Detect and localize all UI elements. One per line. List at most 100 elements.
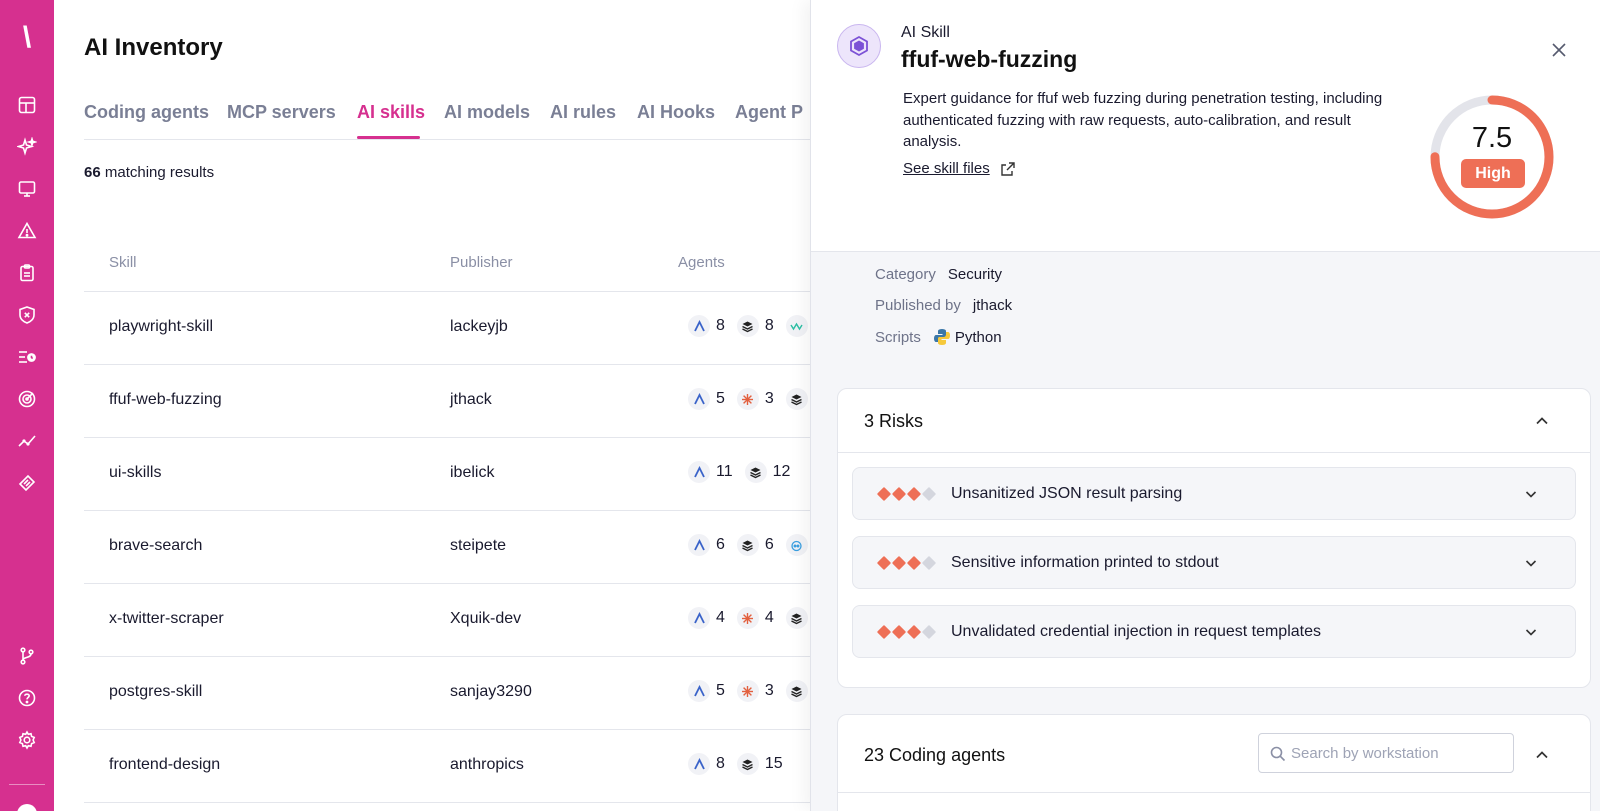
tab-bar: Coding agents MCP servers AI skills AI m… xyxy=(84,98,810,140)
severity-dot xyxy=(906,624,922,640)
close-icon[interactable] xyxy=(1547,38,1571,62)
settings-icon[interactable] xyxy=(7,722,47,758)
column-header-skill[interactable]: Skill xyxy=(109,254,137,271)
risks-card-header[interactable]: 3 Risks xyxy=(838,389,1590,453)
monitor-icon[interactable] xyxy=(7,171,47,207)
agent-count: 3 xyxy=(764,682,774,699)
risk-label: Sensitive information printed to stdout xyxy=(951,554,1219,571)
chevron-down-icon[interactable] xyxy=(1521,484,1541,504)
table-row[interactable]: playwright-skill lackeyjb 8 8 xyxy=(84,292,810,365)
skill-name[interactable]: postgres-skill xyxy=(109,683,202,701)
skill-name[interactable]: playwright-skill xyxy=(109,318,213,336)
risks-card: 3 Risks Unsanitized JSON result parsing S… xyxy=(837,388,1591,688)
coding-agents-card: 23 Coding agents xyxy=(837,714,1591,811)
agent-count: 6 xyxy=(764,536,774,553)
tab-agent-p[interactable]: Agent P xyxy=(735,102,803,123)
severity-dot xyxy=(876,555,892,571)
column-header-publisher[interactable]: Publisher xyxy=(450,254,513,271)
agent-count: 8 xyxy=(716,317,725,334)
cursor-agent-icon xyxy=(688,461,710,483)
chevron-up-icon[interactable] xyxy=(1530,409,1554,433)
script-language-label: Python xyxy=(954,328,1002,346)
risk-score-gauge: 7.5 High xyxy=(1427,92,1557,222)
publisher-name: ibelick xyxy=(450,464,495,481)
risks-title: 3 Risks xyxy=(864,411,924,431)
category-value: Security xyxy=(947,266,1003,283)
hexagon-icon xyxy=(837,24,881,68)
stack-agent-icon xyxy=(785,388,808,410)
risk-item[interactable]: Unsanitized JSON result parsing xyxy=(852,467,1576,520)
dashboard-icon[interactable] xyxy=(7,87,47,123)
severity-badge: High xyxy=(1461,159,1525,188)
chevron-down-icon[interactable] xyxy=(1521,622,1541,642)
skill-name[interactable]: x-twitter-scraper xyxy=(109,610,224,628)
column-header-agents[interactable]: Agents xyxy=(678,254,725,271)
agent-count: 15 xyxy=(764,755,783,772)
avatar[interactable] xyxy=(17,804,37,811)
tab-mcp-servers[interactable]: MCP servers xyxy=(227,102,336,123)
agent-count: 5 xyxy=(716,682,725,699)
stack-agent-icon xyxy=(785,680,808,702)
table-row[interactable]: frontend-design anthropics 8 15 xyxy=(84,730,810,803)
severity-dot xyxy=(876,486,892,502)
skill-name[interactable]: brave-search xyxy=(109,537,202,555)
clipboard-icon[interactable] xyxy=(7,255,47,291)
stack-agent-icon xyxy=(744,461,767,483)
tab-ai-rules[interactable]: AI rules xyxy=(550,102,616,123)
table-header: Skill Publisher Agents xyxy=(84,240,810,292)
table-row[interactable]: x-twitter-scraper Xquik-dev 4 4 xyxy=(84,584,810,657)
cursor-agent-icon xyxy=(688,607,710,629)
trend-chart-icon[interactable] xyxy=(7,423,47,459)
stack-agent-icon xyxy=(736,534,759,556)
table-row[interactable]: postgres-skill sanjay3290 5 3 xyxy=(84,657,810,730)
coding-agents-card-header: 23 Coding agents xyxy=(838,715,1590,793)
skill-name[interactable]: frontend-design xyxy=(109,756,220,774)
publisher-name: steipete xyxy=(450,537,507,554)
agent-counts: 88 xyxy=(688,315,810,337)
tab-ai-skills[interactable]: AI skills xyxy=(357,102,425,123)
see-skill-files-link[interactable]: See skill files xyxy=(903,160,1016,177)
list-clock-icon[interactable] xyxy=(7,339,47,375)
cursor-agent-icon xyxy=(688,534,710,556)
radar-icon[interactable] xyxy=(7,381,47,417)
cursor-agent-icon xyxy=(688,388,710,410)
publisher-name: jthack xyxy=(450,391,492,408)
workstation-search-input[interactable] xyxy=(1291,734,1511,772)
tab-ai-hooks[interactable]: AI Hooks xyxy=(637,102,715,123)
tab-ai-models[interactable]: AI models xyxy=(444,102,530,123)
help-icon[interactable] xyxy=(7,680,47,716)
app-logo[interactable]: \ xyxy=(0,20,54,56)
see-skill-files-label: See skill files xyxy=(903,160,990,177)
risk-item[interactable]: Sensitive information printed to stdout xyxy=(852,536,1576,589)
active-tab-indicator xyxy=(357,136,420,139)
agent-count: 11 xyxy=(716,463,733,480)
skill-name[interactable]: ffuf-web-fuzzing xyxy=(109,391,222,409)
alert-triangle-icon[interactable] xyxy=(7,213,47,249)
severity-indicator xyxy=(876,624,937,640)
skill-title: ffuf-web-fuzzing xyxy=(901,46,1078,72)
risk-score: 7.5 xyxy=(1471,122,1513,154)
skill-type-label: AI Skill xyxy=(901,24,950,41)
git-branch-icon[interactable] xyxy=(7,638,47,674)
chevron-down-icon[interactable] xyxy=(1521,553,1541,573)
stack-agent-icon xyxy=(736,315,759,337)
skill-name[interactable]: ui-skills xyxy=(109,464,161,482)
stack-agent-icon xyxy=(736,753,759,775)
table-row[interactable]: ffuf-web-fuzzing jthack 5 3 xyxy=(84,365,810,438)
workstation-search xyxy=(1258,733,1514,773)
tab-coding-agents[interactable]: Coding agents xyxy=(84,102,209,123)
agent-count: 12 xyxy=(772,463,791,480)
chevron-up-icon[interactable] xyxy=(1530,743,1554,767)
sparkles-icon[interactable] xyxy=(7,129,47,165)
external-link-icon xyxy=(1001,161,1015,176)
ticket-icon[interactable] xyxy=(7,465,47,501)
risk-label: Unvalidated credential injection in requ… xyxy=(951,623,1321,640)
agent-counts: 11 12 xyxy=(688,461,796,483)
panel-header: AI Skill ffuf-web-fuzzing Expert guidanc… xyxy=(811,0,1600,252)
severity-dot xyxy=(906,555,922,571)
table-row[interactable]: ui-skills ibelick 11 12 xyxy=(84,438,810,511)
risk-item[interactable]: Unvalidated credential injection in requ… xyxy=(852,605,1576,658)
shield-x-icon[interactable] xyxy=(7,297,47,333)
severity-dot xyxy=(921,555,937,571)
table-row[interactable]: brave-search steipete 6 6 xyxy=(84,511,810,584)
